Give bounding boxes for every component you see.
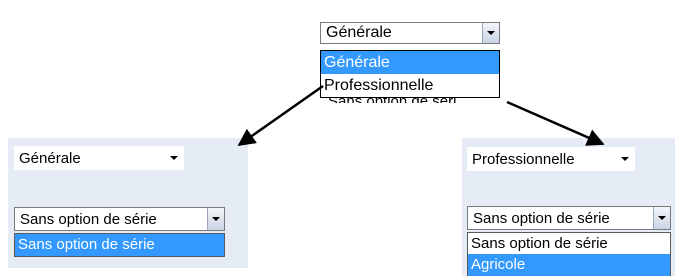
pointer-arrow-icon [506, 100, 605, 146]
pointer-arrow-icon [237, 84, 324, 147]
connector-arrows [237, 84, 605, 147]
